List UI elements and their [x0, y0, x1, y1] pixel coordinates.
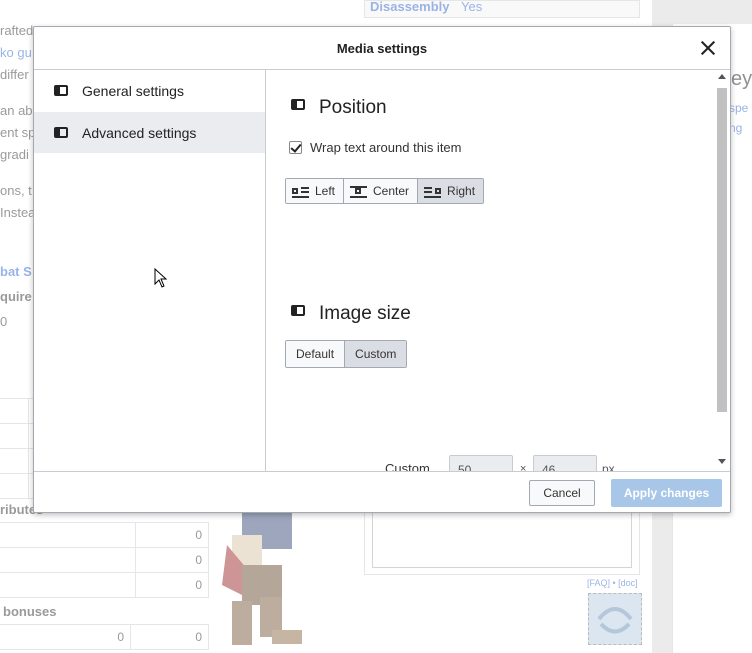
dialog-title: Media settings — [336, 41, 428, 56]
custom-size-button[interactable]: Custom — [345, 341, 407, 367]
cancel-button[interactable]: Cancel — [529, 480, 595, 506]
scrollbar-thumb[interactable] — [717, 88, 727, 412]
panel-icon — [291, 99, 305, 110]
panel-scrollbar[interactable] — [716, 72, 728, 468]
align-right-label: Right — [447, 184, 476, 198]
dialog-footer: Cancel Apply changes — [34, 471, 730, 514]
size-button-group: Default Custom — [285, 340, 408, 368]
wrap-text-checkbox[interactable] — [289, 141, 302, 154]
scroll-down-arrow-icon[interactable] — [718, 459, 726, 464]
align-left-button[interactable]: Left — [286, 179, 345, 203]
settings-panel: Position Wrap text around this item Left… — [266, 70, 730, 471]
close-icon[interactable] — [698, 38, 718, 58]
position-button-group: Left Center Right — [285, 178, 485, 204]
position-heading: Position — [319, 97, 387, 118]
unit-label: px — [602, 462, 615, 471]
panel-icon — [54, 85, 68, 96]
apply-changes-button[interactable]: Apply changes — [611, 479, 722, 507]
align-right-icon — [424, 186, 442, 198]
height-input[interactable] — [533, 455, 597, 471]
wrap-text-label: Wrap text around this item — [310, 140, 462, 155]
align-center-label: Center — [373, 184, 410, 198]
media-settings-dialog: Media settings General settings Advanced… — [33, 26, 731, 513]
custom-size-label: Custom — [385, 461, 430, 471]
menu-item-general-settings[interactable]: General settings — [34, 70, 265, 111]
panel-icon — [54, 127, 68, 138]
align-left-label: Left — [315, 184, 336, 198]
align-center-button[interactable]: Center — [344, 179, 419, 203]
panel-icon — [291, 305, 305, 316]
image-size-heading: Image size — [319, 303, 411, 324]
mouse-cursor-icon — [154, 267, 168, 288]
align-right-button[interactable]: Right — [418, 179, 484, 203]
menu-item-label: Advanced settings — [82, 125, 197, 141]
menu-item-advanced-settings[interactable]: Advanced settings — [34, 112, 265, 153]
scroll-up-arrow-icon[interactable] — [718, 74, 726, 79]
times-symbol: × — [520, 463, 527, 471]
align-center-icon — [350, 185, 368, 198]
menu-item-label: General settings — [82, 83, 184, 99]
settings-menu: General settings Advanced settings — [34, 70, 266, 471]
width-input[interactable] — [449, 455, 513, 471]
default-size-button[interactable]: Default — [286, 341, 346, 367]
dialog-header: Media settings — [34, 27, 730, 70]
align-left-icon — [292, 186, 309, 198]
